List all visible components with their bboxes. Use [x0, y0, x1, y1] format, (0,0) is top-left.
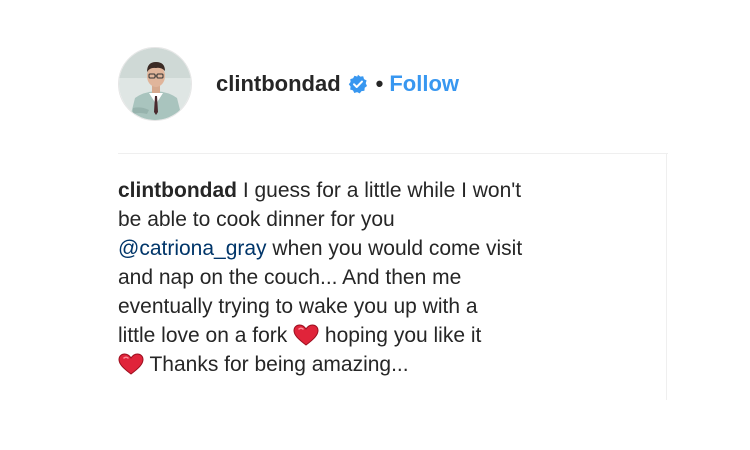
mention-link[interactable]: @catriona_gray	[118, 237, 267, 260]
separator-dot: •	[375, 71, 384, 96]
panel-border	[666, 153, 667, 400]
caption-text-3: hoping you like it	[324, 324, 482, 347]
follow-button[interactable]: Follow	[389, 71, 459, 97]
post-username[interactable]: clintbondad	[216, 71, 341, 97]
avatar[interactable]	[118, 47, 192, 121]
verified-badge-icon	[348, 74, 368, 94]
section-divider	[118, 153, 668, 154]
red-heart-emoji-icon	[118, 353, 144, 375]
header-text: clintbondad • Follow	[216, 71, 459, 97]
red-heart-emoji-icon	[293, 324, 319, 346]
post-header: clintbondad • Follow	[118, 46, 459, 122]
post-caption: clintbondad I guess for a little while I…	[118, 176, 638, 379]
caption-text-4: Thanks for being amazing...	[144, 353, 409, 376]
caption-username[interactable]: clintbondad	[118, 179, 237, 202]
